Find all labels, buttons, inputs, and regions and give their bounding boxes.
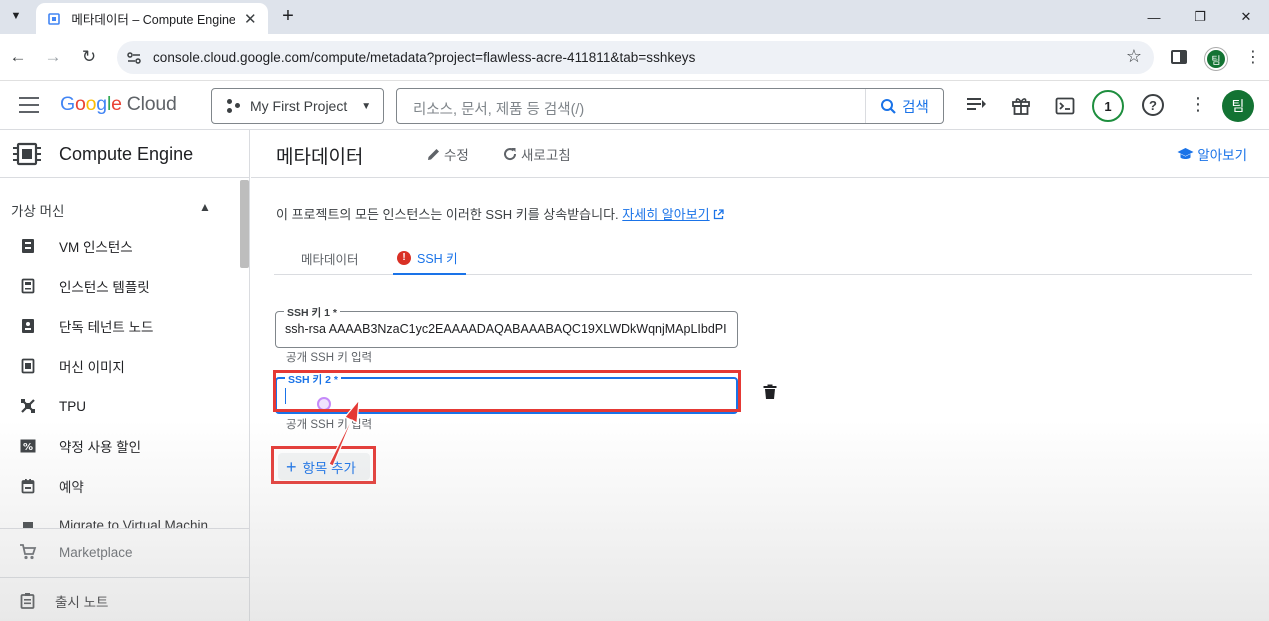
window-controls: — ❐ ✕ — [1131, 0, 1269, 34]
cart-icon — [19, 543, 37, 561]
svg-text:%: % — [23, 442, 33, 453]
compute-engine-favicon-icon — [46, 11, 61, 27]
sidebar-item-vm-instances[interactable]: VM 인스턴스 — [0, 232, 238, 260]
learn-button[interactable]: 알아보기 — [1177, 144, 1247, 164]
side-panel-icon[interactable] — [1171, 50, 1187, 64]
google-cloud-logo[interactable]: Google Cloud — [60, 93, 177, 116]
sidebar: Compute Engine 가상 머신 ▲ VM 인스턴스 인스턴스 템플릿 … — [0, 130, 250, 621]
sidebar-divider — [0, 577, 250, 578]
sidebar-item-reservations[interactable]: 예약 — [0, 472, 238, 500]
machine-image-icon — [19, 357, 37, 375]
screen: ▼ 메타데이터 – Compute Engine ✕ + — ❐ ✕ ← → ↻… — [0, 0, 1269, 621]
chevron-up-icon[interactable]: ▲ — [199, 200, 211, 214]
school-icon — [1177, 148, 1194, 159]
sidebar-item-migrate[interactable]: Migrate to Virtual Machin — [0, 512, 238, 528]
hamburger-menu-icon[interactable] — [19, 97, 39, 113]
refresh-button[interactable]: 새로고침 — [502, 144, 571, 164]
vm-icon — [19, 237, 37, 255]
address-bar: ← → ↻ console.cloud.google.com/compute/m… — [0, 34, 1269, 81]
delete-icon[interactable] — [763, 384, 779, 402]
release-notes-icon — [19, 592, 37, 610]
restore-icon[interactable]: ❐ — [1177, 0, 1223, 34]
sidebar-divider — [0, 528, 250, 529]
project-dots-icon — [226, 98, 242, 114]
sidebar-item-instance-templates[interactable]: 인스턴스 템플릿 — [0, 272, 238, 300]
bookmark-star-icon[interactable]: ☆ — [1126, 46, 1142, 67]
sidebar-item-tpu[interactable]: TPU — [0, 392, 238, 420]
open-in-new-icon — [713, 209, 724, 220]
reload-icon[interactable]: ↻ — [78, 46, 100, 68]
omnibox[interactable]: console.cloud.google.com/compute/metadat… — [117, 41, 1154, 74]
feedback-icon[interactable] — [965, 94, 989, 118]
product-title: Compute Engine — [0, 130, 250, 178]
close-tab-icon[interactable]: ✕ — [243, 10, 258, 28]
sidebar-item-committed-use-discounts[interactable]: % 약정 사용 할인 — [0, 432, 238, 460]
more-options-icon[interactable]: ⋮ — [1189, 94, 1207, 115]
notifications-badge[interactable]: 1 — [1092, 90, 1124, 122]
chevron-down-icon: ▼ — [361, 100, 372, 112]
sidebar-item-sole-tenant-nodes[interactable]: 단독 테넌트 노드 — [0, 312, 238, 340]
tab-title: 메타데이터 – Compute Engine — [71, 13, 235, 27]
cloud-shell-icon[interactable] — [1053, 94, 1077, 118]
learn-more-link[interactable]: 자세히 알아보기 — [622, 207, 709, 222]
discount-icon: % — [19, 437, 37, 455]
tab-search-icon[interactable]: ▼ — [6, 6, 26, 26]
browser-profile-avatar[interactable]: 팀 — [1205, 48, 1227, 70]
refresh-icon — [504, 148, 517, 161]
sidebar-item-machine-images[interactable]: 머신 이미지 — [0, 352, 238, 380]
close-window-icon[interactable]: ✕ — [1223, 0, 1269, 34]
section-header-vm[interactable]: 가상 머신 — [11, 200, 64, 220]
migrate-icon — [19, 518, 37, 528]
browser-tab[interactable]: 메타데이터 – Compute Engine ✕ — [36, 3, 268, 34]
sidebar-scrollbar[interactable] — [240, 180, 249, 268]
forward-icon[interactable]: → — [42, 46, 64, 68]
main-content: 메타데이터 수정 새로고침 알아보기 이 프로젝트의 모든 인스턴스는 이러한 … — [251, 130, 1269, 621]
template-icon — [19, 277, 37, 295]
tenant-node-icon — [19, 317, 37, 335]
back-icon[interactable]: ← — [7, 46, 29, 68]
search-bar[interactable]: 리소스, 문서, 제품 등 검색(/) 검색 — [396, 88, 944, 124]
browser-tab-strip: ▼ 메타데이터 – Compute Engine ✕ + — ❐ ✕ — [0, 0, 1269, 34]
project-name: My First Project — [250, 98, 348, 114]
minimize-icon[interactable]: — — [1131, 0, 1177, 34]
tpu-icon — [19, 397, 37, 415]
project-picker[interactable]: My First Project ▼ — [211, 88, 384, 124]
search-input[interactable]: 리소스, 문서, 제품 등 검색(/) — [413, 98, 584, 119]
annotation-arrow — [328, 398, 360, 467]
site-info-icon[interactable] — [125, 49, 143, 67]
search-icon — [881, 98, 896, 114]
compute-engine-chip-icon — [11, 140, 43, 168]
calendar-icon — [19, 477, 37, 495]
help-icon[interactable]: ? — [1142, 94, 1164, 116]
url-text: console.cloud.google.com/compute/metadat… — [153, 50, 696, 65]
browser-menu-icon[interactable]: ⋮ — [1245, 47, 1261, 67]
console-header: Google Cloud My First Project ▼ 리소스, 문서, … — [0, 82, 1269, 130]
new-tab-icon[interactable]: + — [278, 4, 298, 28]
search-button[interactable]: 검색 — [865, 89, 943, 123]
account-avatar[interactable]: 팀 — [1222, 90, 1254, 122]
sidebar-item-marketplace[interactable]: Marketplace — [0, 532, 250, 572]
sidebar-item-release-notes[interactable]: 출시 노트 — [0, 581, 250, 621]
gift-icon[interactable] — [1009, 94, 1033, 118]
product-name: Compute Engine — [59, 144, 194, 164]
